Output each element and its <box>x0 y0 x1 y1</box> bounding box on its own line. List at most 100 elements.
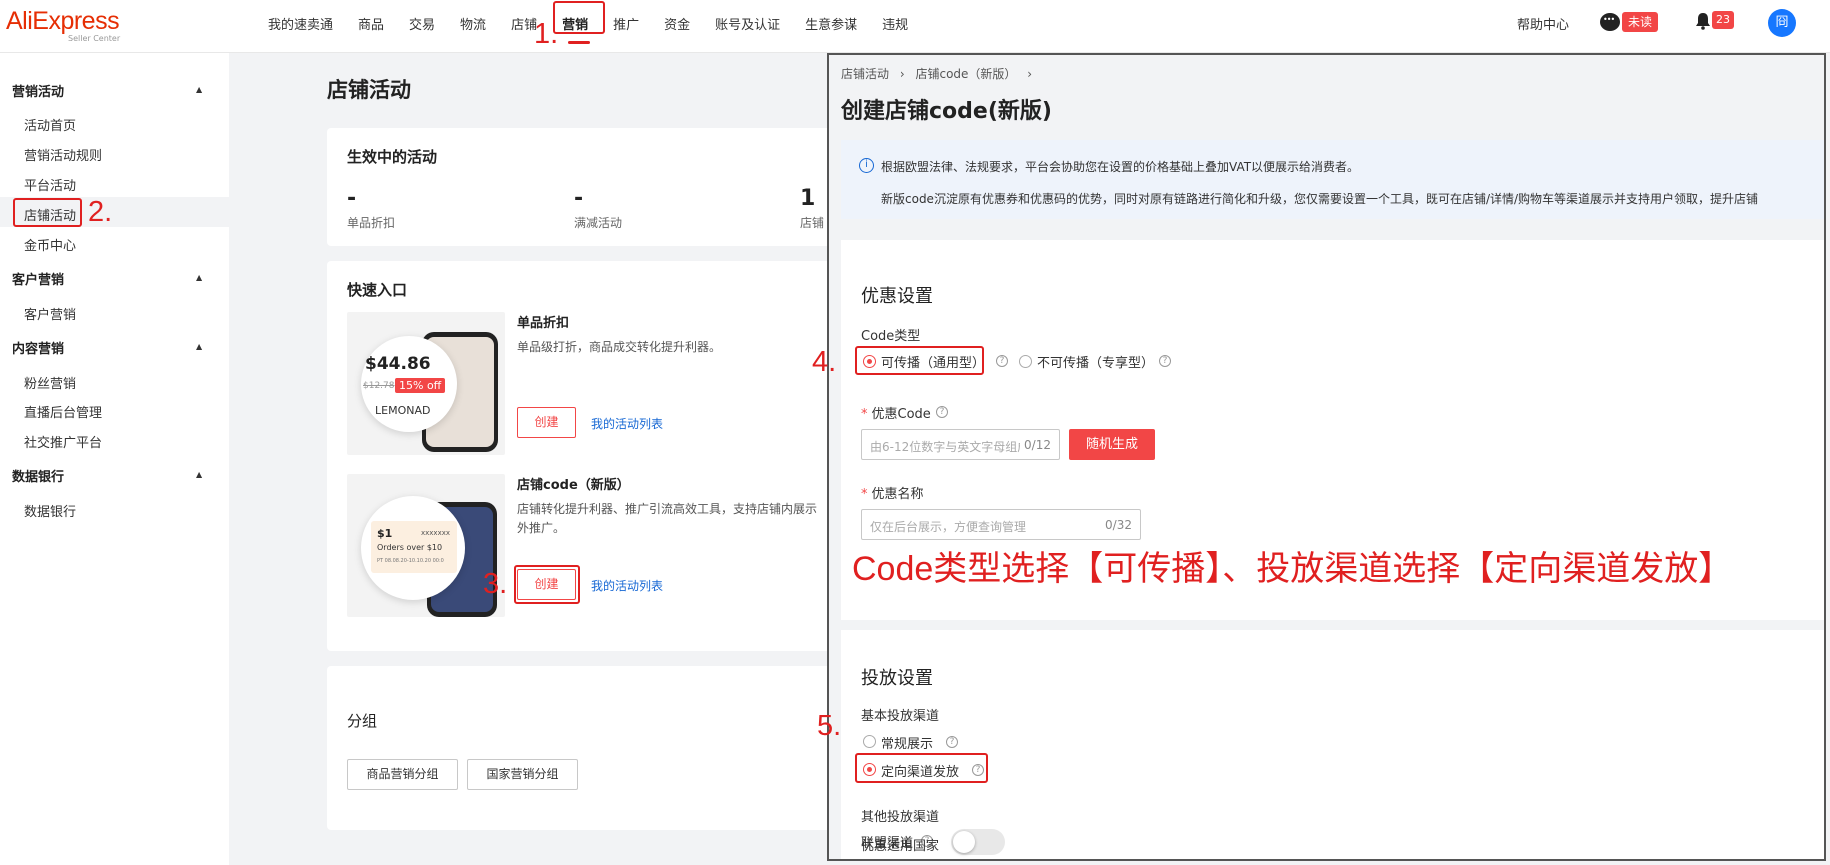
card-title: 快速入口 <box>347 281 408 299</box>
alliance-channel-toggle[interactable] <box>951 829 1005 855</box>
breadcrumb-store-activities[interactable]: 店铺活动 <box>841 67 889 81</box>
sidebar-group-marketing-activities[interactable]: 营销活动 <box>12 81 64 100</box>
aliexpress-logo[interactable]: AliExpress Seller Center <box>6 8 120 43</box>
page-title: 店铺活动 <box>327 78 411 102</box>
nav-products[interactable]: 商品 <box>358 14 384 33</box>
stat-label: 单品折扣 <box>347 216 396 230</box>
breadcrumb: 店铺活动 › 店铺code（新版） › <box>841 65 1039 82</box>
sidebar-item-activity-rules[interactable]: 营销活动规则 <box>24 145 102 164</box>
entry-description: 单品级打折，商品成交转化提升利器。 <box>517 340 722 354</box>
nav-trade[interactable]: 交易 <box>409 14 435 33</box>
coupon-circle: $1 xxxxxxx Orders over $10 PT 08.08.20-1… <box>361 496 465 600</box>
sidebar-group-customer-marketing[interactable]: 客户营销 <box>12 269 64 288</box>
sidebar-group-content-marketing[interactable]: 内容营销 <box>12 338 64 357</box>
radio-exclusive-label[interactable]: 不可传播（专享型） <box>1037 352 1154 371</box>
activity-list-link[interactable]: 我的活动列表 <box>591 415 663 432</box>
annotation-banner: Code类型选择【可传播】、投放渠道选择【定向渠道发放】 <box>852 550 1733 588</box>
chevron-right-icon: › <box>899 67 905 81</box>
bell-icon[interactable] <box>1694 12 1712 30</box>
nav-funds[interactable]: 资金 <box>664 14 690 33</box>
entry-description: 店铺转化提升利器、推广引流高效工具，支持店铺内展示 <box>517 502 818 516</box>
applicable-countries-label: 优惠适用国家 <box>861 839 940 854</box>
code-label: * 优惠Code <box>861 407 931 422</box>
chevron-up-icon[interactable]: ▲ <box>196 85 202 94</box>
top-bar: AliExpress Seller Center 我的速卖通 商品 交易 物流 … <box>0 0 1830 53</box>
stat-value: - <box>347 186 357 211</box>
delivery-settings-section: 投放设置 基本投放渠道 常规展示 ? 定向渠道发放 ? 其他投放渠道 联盟渠道 … <box>841 630 1824 859</box>
group-card: 分组 商品营销分组 国家营销分组 <box>327 666 847 830</box>
sidebar-item-data-bank[interactable]: 数据银行 <box>24 501 76 520</box>
card-title: 生效中的活动 <box>347 148 438 166</box>
annotation-step-3: 3. <box>483 568 508 600</box>
main-nav: 我的速卖通 商品 交易 物流 店铺 营销 推广 资金 账号及认证 生意参谋 违规 <box>268 0 933 47</box>
annotation-step-1: 1. <box>534 18 559 50</box>
annotation-step-4: 4. <box>812 346 837 378</box>
radio-regular-display-label[interactable]: 常规展示 <box>881 733 933 752</box>
random-generate-button[interactable]: 随机生成 <box>1069 429 1155 460</box>
notice-text: 根据欧盟法律、法规要求，平台会协助您在设置的价格基础上叠加VAT以便展示给消费者… <box>881 160 1360 174</box>
radio-exclusive[interactable] <box>1019 355 1032 368</box>
chevron-up-icon[interactable]: ▲ <box>196 342 202 351</box>
message-icon[interactable] <box>1600 13 1620 31</box>
stat-label: 满减活动 <box>574 216 623 230</box>
stat-label: 店铺 <box>800 216 825 230</box>
help-icon[interactable]: ? <box>1159 355 1171 367</box>
basic-channel-label: 基本投放渠道 <box>861 709 940 724</box>
sidebar: 营销活动 ▲ 活动首页 营销活动规则 平台活动 店铺活动 2. 金币中心 客户营… <box>0 53 229 865</box>
name-input[interactable]: 仅在后台展示，方便查询管理 0/32 <box>861 509 1141 540</box>
notice-text: 新版code沉淀原有优惠券和优惠码的优势，同时对原有链路进行简化和升级，您仅需要… <box>881 192 1759 206</box>
highlight-box <box>13 198 82 227</box>
section-title: 投放设置 <box>861 668 933 689</box>
discount-thumbnail: $44.86 $12.78 15% off LEMONAD <box>347 312 505 455</box>
avatar[interactable]: 冏 <box>1768 9 1796 37</box>
unread-badge[interactable]: 未读 <box>1622 12 1659 32</box>
activity-list-link[interactable]: 我的活动列表 <box>591 577 663 594</box>
entry-description: 外推广。 <box>517 521 566 535</box>
help-icon[interactable]: ? <box>946 736 958 748</box>
info-icon: i <box>859 158 874 173</box>
entry-title: 店铺code（新版） <box>517 478 630 493</box>
highlight-box <box>855 753 988 783</box>
sidebar-item-activity-home[interactable]: 活动首页 <box>24 115 76 134</box>
entry-title: 单品折扣 <box>517 316 570 331</box>
nav-account[interactable]: 账号及认证 <box>715 14 780 33</box>
highlight-box <box>553 1 606 34</box>
code-input[interactable]: 由6-12位数字与英文字母组成 0/12 <box>861 429 1060 460</box>
annotation-step-5: 5. <box>817 710 842 742</box>
active-activities-card: 生效中的活动 - 单品折扣 - 满减活动 1 店铺 <box>327 128 847 246</box>
quick-entry-card: 快速入口 $44.86 $12.78 15% off LEMONAD 单品折扣 … <box>327 261 847 651</box>
nav-violations[interactable]: 违规 <box>882 14 908 33</box>
product-group-button[interactable]: 商品营销分组 <box>347 759 458 790</box>
sidebar-item-live-admin[interactable]: 直播后台管理 <box>24 402 102 421</box>
annotation-step-2: 2. <box>88 196 113 228</box>
section-title: 优惠设置 <box>861 286 933 307</box>
chevron-up-icon[interactable]: ▲ <box>196 470 202 479</box>
help-center-link[interactable]: 帮助中心 <box>1517 14 1569 33</box>
sidebar-item-customer-marketing[interactable]: 客户营销 <box>24 304 76 323</box>
name-label: * 优惠名称 <box>861 487 924 502</box>
card-title: 分组 <box>347 712 378 730</box>
create-button[interactable]: 创建 <box>517 407 576 438</box>
sidebar-item-social-promotion[interactable]: 社交推广平台 <box>24 432 102 451</box>
sidebar-item-fan-marketing[interactable]: 粉丝营销 <box>24 373 76 392</box>
notification-count-badge[interactable]: 23 <box>1712 11 1734 29</box>
country-group-button[interactable]: 国家营销分组 <box>467 759 578 790</box>
sidebar-group-data-bank[interactable]: 数据银行 <box>12 466 64 485</box>
chevron-up-icon[interactable]: ▲ <box>196 273 202 282</box>
store-code-thumbnail: $1 xxxxxxx Orders over $10 PT 08.08.20-1… <box>347 474 505 617</box>
breadcrumb-store-code[interactable]: 店铺code（新版） <box>915 67 1016 81</box>
nav-logistics[interactable]: 物流 <box>460 14 486 33</box>
sidebar-item-coin-center[interactable]: 金币中心 <box>24 235 76 254</box>
notice-banner: i 根据欧盟法律、法规要求，平台会协助您在设置的价格基础上叠加VAT以便展示给消… <box>841 140 1824 219</box>
nav-promotion[interactable]: 推广 <box>613 14 639 33</box>
nav-marketing[interactable]: 营销 <box>553 1 606 44</box>
nav-my-aliexpress[interactable]: 我的速卖通 <box>268 14 333 33</box>
stat-value[interactable]: 1 <box>800 186 815 211</box>
radio-regular-display[interactable] <box>863 735 876 748</box>
sidebar-item-platform-activities[interactable]: 平台活动 <box>24 175 76 194</box>
active-underline <box>568 41 591 44</box>
help-icon[interactable]: ? <box>936 406 948 418</box>
nav-business-advisor[interactable]: 生意参谋 <box>805 14 857 33</box>
highlight-box <box>855 346 984 375</box>
help-icon[interactable]: ? <box>996 355 1008 367</box>
